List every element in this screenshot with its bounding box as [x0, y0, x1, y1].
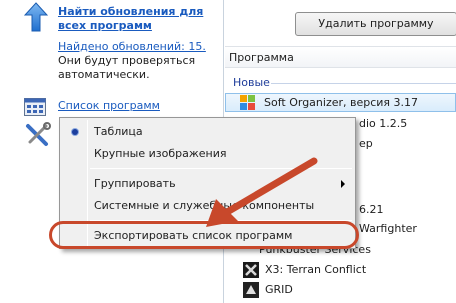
program-list-icon[interactable] — [24, 98, 46, 116]
program-name: GRID — [265, 283, 293, 296]
menu-item-system-components[interactable]: Системные и служебные компоненты — [62, 195, 353, 217]
group-label-new: Новые — [233, 76, 270, 89]
menu-item-export-list[interactable]: Экспортировать список программ — [62, 225, 353, 247]
menu-separator — [90, 168, 352, 169]
menu-separator — [90, 220, 352, 221]
program-name: X3: Terran Conflict — [265, 263, 367, 276]
updates-found-note: Они будут проверяться автоматически. — [58, 54, 196, 81]
menu-item-group[interactable]: Группировать — [62, 173, 353, 195]
find-updates-link[interactable]: Найти обновления для всех программ — [58, 5, 218, 33]
updates-found-link[interactable]: Найдено обновлений: 15. — [58, 40, 206, 53]
program-name: ер — [359, 137, 373, 150]
uninstall-button[interactable]: Удалить программу — [295, 12, 456, 36]
menu-item-label: Крупные изображения — [94, 147, 227, 160]
radio-selected-icon — [72, 129, 78, 135]
x3-icon — [243, 262, 259, 278]
soft-organizer-icon — [240, 95, 255, 110]
selected-program-row[interactable]: Soft Organizer, версия 3.17 — [225, 93, 456, 112]
grid-game-icon — [243, 282, 259, 298]
menu-item-label: Группировать — [94, 177, 176, 190]
tools-icon[interactable] — [24, 122, 52, 148]
group-divider — [271, 83, 456, 84]
menu-item-table[interactable]: Таблица — [62, 121, 353, 143]
menu-item-label: Системные и служебные компоненты — [94, 199, 315, 212]
updates-found-info: Найдено обновлений: 15. Они будут провер… — [58, 40, 218, 82]
view-context-menu: Таблица Крупные изображения Группировать… — [59, 117, 356, 249]
program-row[interactable]: X3: Terran Conflict — [225, 261, 456, 279]
program-row[interactable]: GRID — [225, 281, 456, 299]
program-list-link[interactable]: Список программ — [58, 99, 160, 112]
program-name: Warfighter — [359, 222, 417, 235]
menu-item-large-icons[interactable]: Крупные изображения — [62, 143, 353, 165]
selected-program-label: Soft Organizer, версия 3.17 — [264, 96, 419, 109]
submenu-arrow-icon — [341, 180, 345, 188]
menu-item-label: Таблица — [94, 125, 143, 138]
program-name: dio 1.2.5 — [359, 117, 408, 130]
program-name: 6.21 — [359, 203, 384, 216]
column-header-program[interactable]: Программа — [225, 46, 456, 68]
update-arrow-icon[interactable] — [24, 2, 48, 32]
menu-item-label: Экспортировать список программ — [94, 229, 293, 242]
